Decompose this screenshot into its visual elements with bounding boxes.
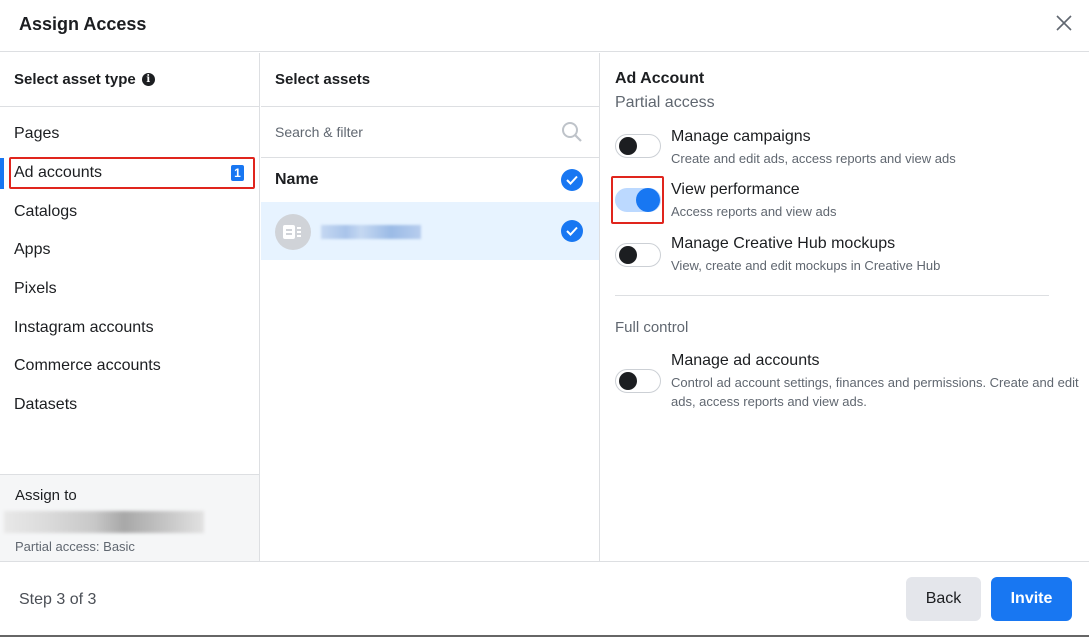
view-performance-toggle[interactable] [615, 188, 661, 212]
asset-type-datasets[interactable]: Datasets [0, 386, 259, 425]
close-icon[interactable] [1053, 12, 1075, 34]
info-icon[interactable]: i [141, 73, 155, 86]
asset-type-label: Commerce accounts [14, 357, 161, 375]
asset-type-label: Pages [14, 125, 60, 143]
asset-type-pixels[interactable]: Pixels [0, 270, 259, 309]
asset-type-list: Pages Ad accounts 1 Catalogs Apps Pixels… [0, 107, 259, 425]
permission-description: View, create and edit mockups in Creativ… [671, 258, 941, 273]
assign-to-panel: Assign to Partial access: Basic [0, 474, 259, 561]
asset-type-column: Select asset type i Pages Ad accounts 1 … [0, 53, 260, 561]
asset-type-label: Catalogs [14, 202, 78, 220]
asset-type-commerce-accounts[interactable]: Commerce accounts [0, 347, 259, 386]
permissions-header: Ad Account [615, 70, 705, 87]
asset-type-pages[interactable]: Pages [0, 115, 259, 154]
section-divider [615, 295, 1049, 296]
dialog-header: Assign Access [0, 0, 1089, 52]
selected-check-icon[interactable] [561, 220, 583, 242]
assets-column: Select assets Name [261, 53, 600, 561]
search-bar [261, 107, 599, 158]
manage-creative-hub-toggle[interactable] [615, 243, 661, 267]
step-indicator: Step 3 of 3 [19, 591, 97, 608]
name-column-header[interactable]: Name [261, 158, 599, 202]
ad-account-avatar-icon [275, 214, 311, 250]
asset-type-label: Pixels [14, 280, 57, 298]
permission-description: Control ad account settings, finances an… [671, 375, 1079, 409]
toggle-knob [636, 188, 660, 212]
asset-type-label: Datasets [14, 396, 78, 414]
name-header-label: Name [275, 171, 319, 188]
asset-type-header-label: Select asset type [14, 71, 136, 88]
dialog-title: Assign Access [19, 14, 147, 34]
invite-button[interactable]: Invite [991, 577, 1072, 621]
asset-type-label: Apps [14, 241, 51, 259]
toggle-knob [619, 137, 637, 155]
toggle-knob [619, 372, 637, 390]
dialog-footer: Step 3 of 3 Back Invite [0, 561, 1089, 635]
redacted-user-name [4, 511, 204, 533]
manage-campaigns-toggle[interactable] [615, 134, 661, 158]
permission-description: Create and edit ads, access reports and … [671, 151, 956, 166]
asset-row-selected[interactable] [261, 202, 599, 260]
manage-ad-accounts-toggle[interactable] [615, 369, 661, 393]
asset-type-instagram-accounts[interactable]: Instagram accounts [0, 308, 259, 347]
permissions-column: Ad Account Partial access Manage campaig… [601, 53, 1089, 561]
assets-header: Select assets [261, 53, 599, 107]
permission-title: Manage ad accounts [671, 352, 820, 369]
assign-access-dialog: Assign Access Select asset type i Pages … [0, 0, 1089, 637]
permission-description: Access reports and view ads [671, 204, 837, 219]
assign-to-label: Assign to [15, 487, 77, 504]
count-badge: 1 [231, 164, 244, 181]
select-all-check-icon[interactable] [561, 169, 583, 191]
asset-type-header: Select asset type i [0, 53, 259, 107]
search-icon [562, 122, 582, 142]
back-button[interactable]: Back [906, 577, 981, 621]
redacted-asset-name [321, 225, 421, 239]
asset-type-catalogs[interactable]: Catalogs [0, 192, 259, 231]
permission-title: Manage Creative Hub mockups [671, 235, 896, 252]
asset-type-apps[interactable]: Apps [0, 231, 259, 270]
permission-title: Manage campaigns [671, 128, 811, 145]
permission-title: View performance [671, 181, 800, 198]
assign-to-access-level: Partial access: Basic [15, 539, 135, 554]
asset-type-label: Instagram accounts [14, 318, 154, 336]
partial-access-label: Partial access [615, 94, 715, 111]
toggle-knob [619, 246, 637, 264]
full-control-label: Full control [615, 319, 689, 336]
asset-type-label: Ad accounts [14, 164, 103, 182]
search-input[interactable] [261, 107, 599, 157]
assets-header-label: Select assets [275, 71, 371, 88]
asset-type-ad-accounts[interactable]: Ad accounts 1 [0, 154, 259, 193]
